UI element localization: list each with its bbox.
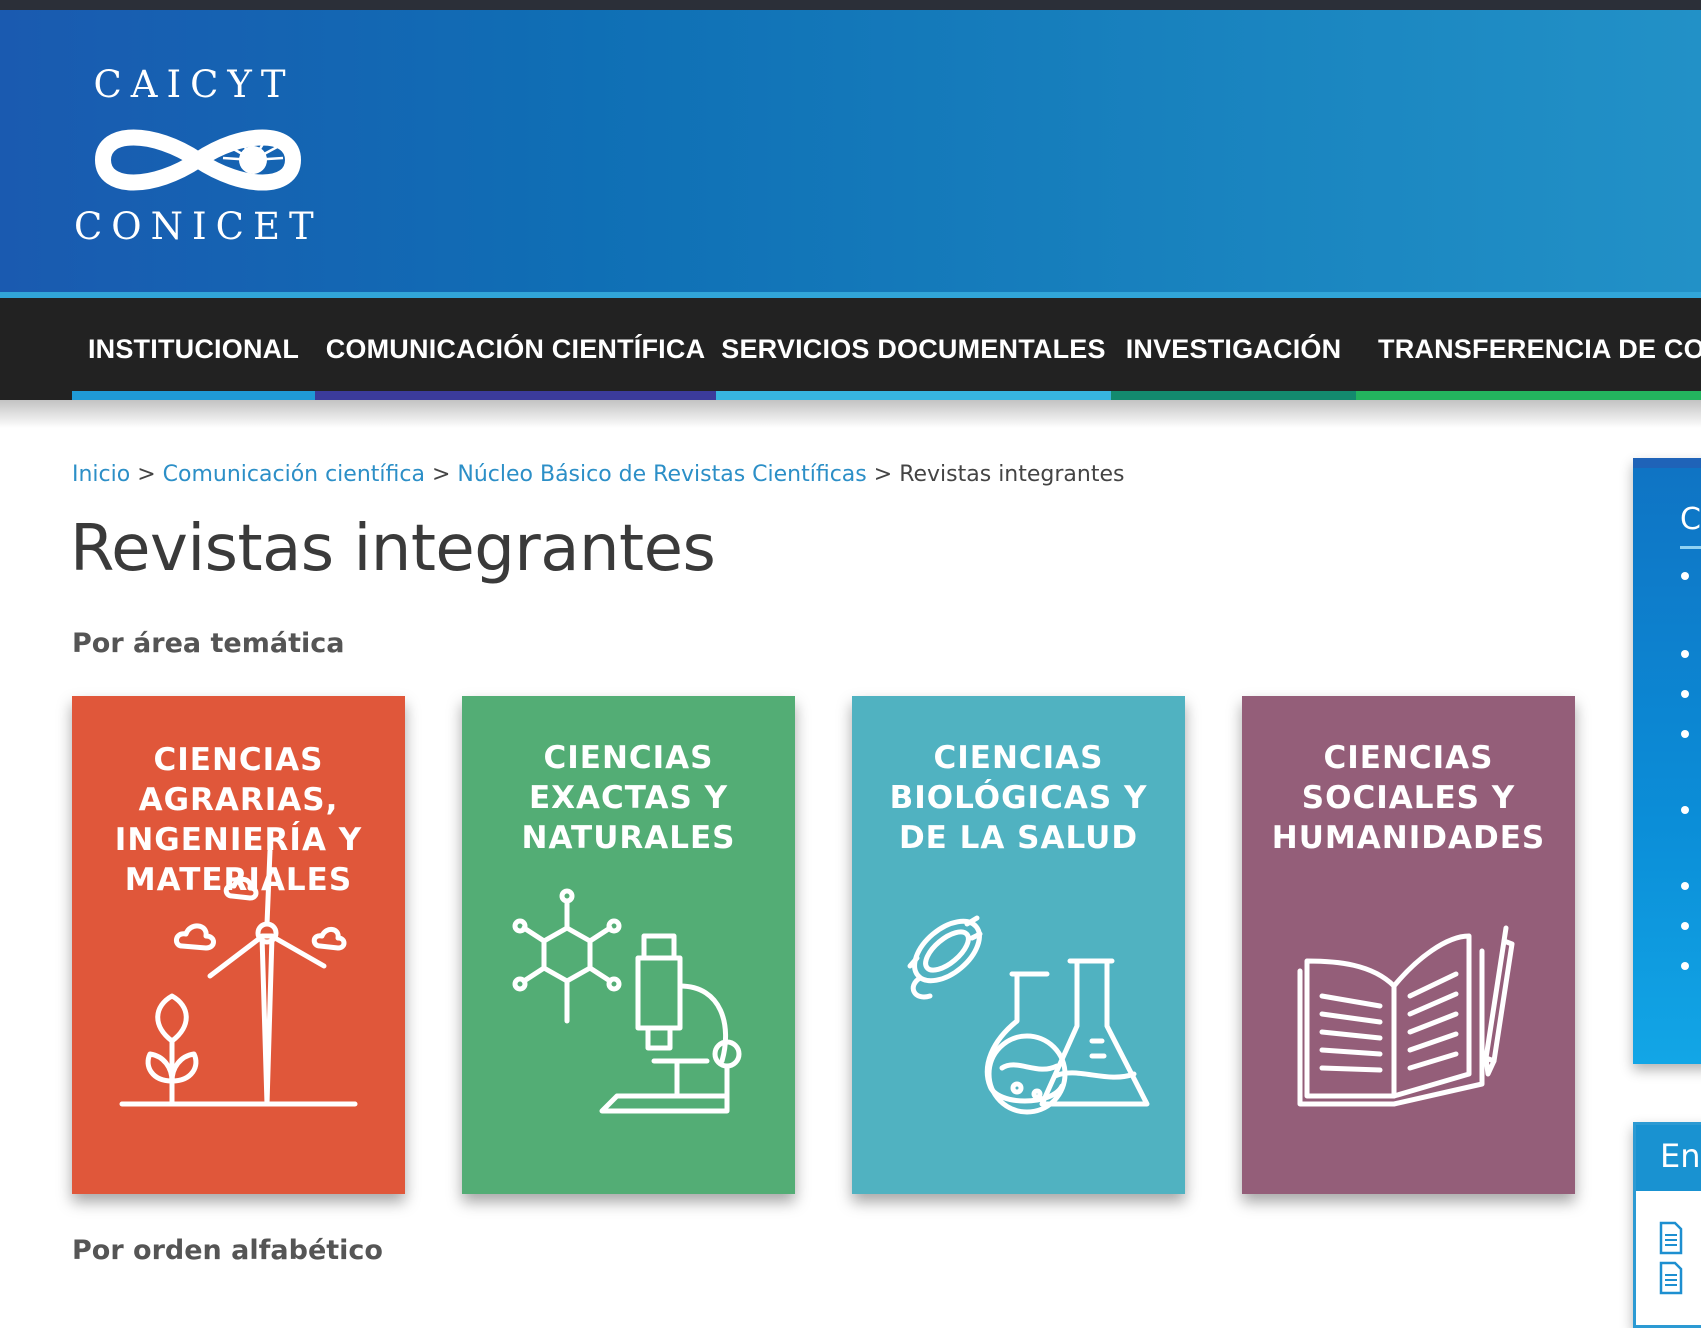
sidebar-bullet [1681, 572, 1689, 580]
card-ciencias-agrarias[interactable]: CIENCIAS AGRARIAS, INGENIERÍA Y MATERIAL… [72, 696, 405, 1194]
sidebar-bullet [1681, 962, 1689, 970]
nav-color-bar [1356, 391, 1701, 400]
breadcrumb-link-comunicacion[interactable]: Comunicación científica [163, 462, 425, 487]
nav-color-bar [72, 391, 315, 400]
sidebar-bullet [1681, 690, 1689, 698]
breadcrumb-link-inicio[interactable]: Inicio [72, 462, 130, 487]
section-heading-alphabetical: Por orden alfabético [72, 1235, 383, 1266]
site-header: CAICYT CONICET [0, 10, 1701, 292]
sidebar-bullet [1681, 806, 1689, 814]
sidebar-bullet [1681, 922, 1689, 930]
sidebar2-header: En [1636, 1125, 1701, 1191]
wind-turbine-plant-icon [119, 848, 358, 1107]
card-ciencias-biologicas[interactable]: CIENCIAS BIOLÓGICAS Y DE LA SALUD [852, 696, 1185, 1194]
nav-item-servicios-documentales[interactable]: SERVICIOS DOCUMENTALES [716, 298, 1111, 400]
page-title: Revistas integrantes [70, 512, 716, 586]
nav-item-label: INVESTIGACIÓN [1125, 333, 1342, 364]
breadcrumb-separator: > [431, 462, 451, 487]
nav-item-label: COMUNICACIÓN CIENTÍFICA [325, 333, 706, 364]
sidebar-heading: C [1680, 502, 1701, 537]
nav-color-bar [1111, 391, 1356, 400]
document-icon[interactable] [1658, 1221, 1684, 1255]
sidebar-bullet [1681, 730, 1689, 738]
nav-color-bar [315, 391, 716, 400]
breadcrumb-separator: > [873, 462, 893, 487]
infinity-sun-icon [94, 129, 302, 191]
main-nav: INSTITUCIONAL COMUNICACIÓN CIENTÍFICA SE… [0, 298, 1701, 400]
nav-color-bar [716, 391, 1111, 400]
breadcrumb-current: Revistas integrantes [899, 462, 1125, 487]
nav-item-label: SERVICIOS DOCUMENTALES [721, 333, 1106, 364]
document-icon[interactable] [1658, 1261, 1684, 1295]
open-book-pencil-icon [1297, 925, 1515, 1107]
sidebar-box-enlaces: En [1633, 1122, 1701, 1328]
logo-text-top: CAICYT [93, 63, 295, 106]
nav-item-label: TRANSFERENCIA DE CONC [1378, 333, 1701, 364]
breadcrumb: Inicio > Comunicación científica > Núcle… [72, 462, 1124, 487]
top-line [0, 0, 1701, 10]
flask-bacteria-icon [907, 915, 1150, 1115]
caicyt-conicet-logo[interactable]: CAICYT CONICET [74, 66, 318, 246]
nav-item-transferencia[interactable]: TRANSFERENCIA DE CONC [1356, 298, 1701, 400]
sidebar-bullet [1681, 650, 1689, 658]
sidebar-bullet [1681, 882, 1689, 890]
logo-text-bottom: CONICET [74, 205, 323, 248]
section-heading-area: Por área temática [72, 628, 345, 659]
sidebar-box-blue: C [1633, 458, 1701, 1064]
nav-item-investigacion[interactable]: INVESTIGACIÓN [1111, 298, 1356, 400]
breadcrumb-link-nucleo[interactable]: Núcleo Básico de Revistas Científicas [457, 462, 866, 487]
microscope-molecule-icon [512, 888, 742, 1114]
sidebar2-heading: En [1660, 1137, 1701, 1175]
card-ciencias-exactas[interactable]: CIENCIAS EXACTAS Y NATURALES [462, 696, 795, 1194]
nav-item-institucional[interactable]: INSTITUCIONAL [72, 298, 315, 400]
card-ciencias-sociales[interactable]: CIENCIAS SOCIALES Y HUMANIDADES [1242, 696, 1575, 1194]
sidebar-heading-underline [1680, 546, 1701, 549]
nav-item-label: INSTITUCIONAL [87, 333, 300, 364]
nav-shadow [0, 400, 1701, 428]
breadcrumb-separator: > [137, 462, 156, 487]
nav-item-comunicacion-cientifica[interactable]: COMUNICACIÓN CIENTÍFICA [315, 298, 716, 400]
